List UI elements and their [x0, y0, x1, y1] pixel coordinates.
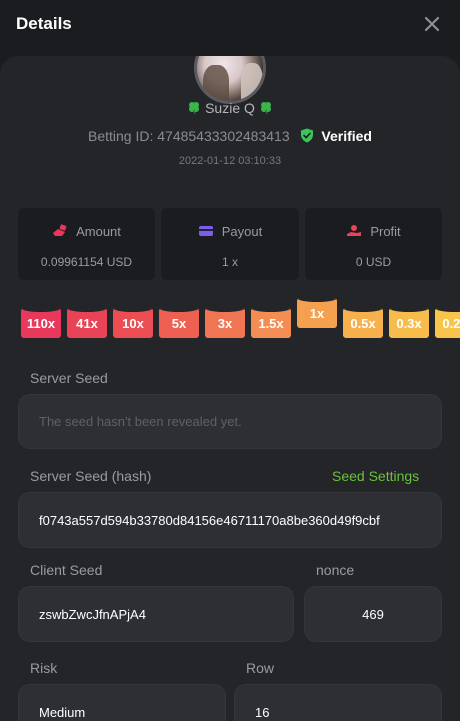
- amount-label: Amount: [76, 224, 121, 239]
- amount-value: 0.09961154 USD: [40, 255, 133, 269]
- amount-card: Amount 0.09961154 USD: [18, 208, 155, 280]
- row-label: Row: [246, 660, 275, 676]
- multiplier-bucket: 3x: [205, 308, 245, 338]
- multiplier-bucket: 110x: [21, 308, 61, 338]
- close-icon[interactable]: [420, 12, 444, 36]
- multiplier-bucket: 41x: [67, 308, 107, 338]
- profit-hand-icon: [347, 225, 362, 236]
- multiplier-bucket: 10x: [113, 308, 153, 338]
- username[interactable]: Suzie Q: [205, 100, 255, 116]
- multiplier-bucket: 0.2x: [435, 308, 460, 338]
- nonce-label: nonce: [316, 562, 355, 578]
- profit-label: Profit: [370, 224, 401, 239]
- seed-settings-link[interactable]: Seed Settings: [332, 468, 419, 484]
- multiplier-bucket: 1.5x: [251, 308, 291, 338]
- multiplier-bucket: 5x: [159, 308, 199, 338]
- modal-title: Details: [16, 14, 72, 33]
- modal-header: Details: [0, 0, 460, 52]
- clover-icon: [259, 101, 273, 115]
- server-seed-label: Server Seed: [30, 370, 108, 386]
- username-row: Suzie Q: [0, 100, 460, 120]
- client-seed-field[interactable]: zswbZwcJfnAPjA4: [18, 586, 294, 642]
- multiplier-bucket: 0.3x: [389, 308, 429, 338]
- verified-shield-icon: [300, 128, 314, 143]
- risk-select[interactable]: Medium: [18, 684, 226, 721]
- betting-id-label: Betting ID:: [87, 128, 154, 144]
- server-seed-field[interactable]: The seed hasn't been revealed yet.: [18, 394, 442, 449]
- betting-id-row: Betting ID: 47485433302483413 Verified: [0, 128, 460, 144]
- card-icon: [198, 226, 213, 236]
- details-panel: Suzie Q Betting ID: 47485433302483413 Ve…: [0, 56, 460, 721]
- server-seed-hash-label: Server Seed (hash): [30, 468, 152, 484]
- clover-icon: [187, 101, 201, 115]
- profit-value: 0 USD: [355, 255, 392, 269]
- payout-card: Payout 1 x: [161, 208, 299, 280]
- payout-label: Payout: [221, 224, 263, 239]
- betting-id-value: 47485433302483413: [157, 128, 290, 144]
- coin-hand-icon: [53, 224, 67, 236]
- profit-card: Profit 0 USD: [305, 208, 442, 280]
- server-seed-hash-field[interactable]: f0743a557d594b33780d84156e46711170a8be36…: [18, 492, 442, 548]
- row-select[interactable]: 16: [234, 684, 442, 721]
- multiplier-bucket: 1x: [297, 298, 337, 328]
- client-seed-label: Client Seed: [30, 562, 103, 578]
- nonce-field[interactable]: 469: [304, 586, 442, 642]
- bet-timestamp: 2022-01-12 03:10:33: [178, 155, 282, 167]
- avatar: [194, 56, 266, 104]
- verified-label: Verified: [321, 128, 372, 144]
- risk-label: Risk: [30, 660, 58, 676]
- payout-value: 1 x: [221, 255, 238, 269]
- multiplier-bucket: 0.5x: [343, 308, 383, 338]
